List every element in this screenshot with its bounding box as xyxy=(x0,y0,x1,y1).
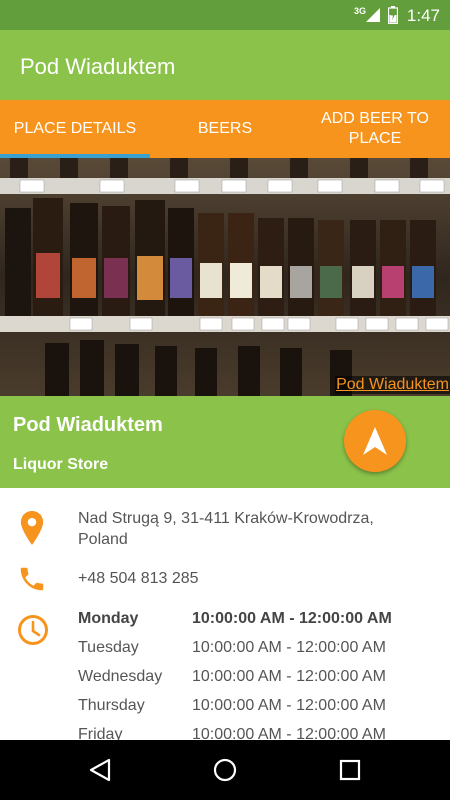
place-name: Pod Wiaduktem xyxy=(13,414,163,436)
status-bar: 3G 1:47 xyxy=(0,0,450,30)
hours-time: 10:00:00 AM - 12:00:00 AM xyxy=(192,668,386,685)
hours-time: 10:00:00 AM - 12:00:00 AM xyxy=(192,697,386,714)
hours-row-monday: Monday 10:00:00 AM - 12:00:00 AM xyxy=(78,610,438,639)
hours-row-friday: Friday 10:00:00 AM - 12:00:00 AM xyxy=(78,726,438,740)
navigate-button[interactable] xyxy=(344,410,406,472)
hours-day: Thursday xyxy=(78,697,145,714)
hours-day: Tuesday xyxy=(78,639,139,656)
place-photo: Pod Wiaduktem xyxy=(0,158,450,396)
phone-number[interactable]: +48 504 813 285 xyxy=(78,570,199,588)
photo-credit-link[interactable]: Pod Wiaduktem xyxy=(335,376,450,394)
clock-icon xyxy=(18,615,48,645)
network-type: 3G xyxy=(353,6,366,16)
hours-day: Wednesday xyxy=(78,668,163,685)
system-nav-bar xyxy=(0,740,450,800)
battery-icon xyxy=(388,6,398,24)
hours-time: 10:00:00 AM - 12:00:00 AM xyxy=(192,610,392,627)
app-title: Pod Wiaduktem xyxy=(20,54,176,79)
beer-shelf-image xyxy=(0,158,450,396)
home-icon[interactable] xyxy=(212,757,238,783)
navigation-arrow-icon xyxy=(363,427,387,455)
hours-row-thursday: Thursday 10:00:00 AM - 12:00:00 AM xyxy=(78,697,438,726)
hours-day: Friday xyxy=(78,726,123,740)
tab-place-details[interactable]: PLACE DETAILS xyxy=(0,100,150,158)
opening-hours: Monday 10:00:00 AM - 12:00:00 AM Tuesday… xyxy=(78,610,438,740)
hours-time: 10:00:00 AM - 12:00:00 AM xyxy=(192,726,386,740)
hours-row-wednesday: Wednesday 10:00:00 AM - 12:00:00 AM xyxy=(78,668,438,697)
tab-add-beer-to-place[interactable]: ADD BEER TO PLACE xyxy=(300,100,450,158)
phone-icon xyxy=(20,567,44,591)
recents-icon[interactable] xyxy=(337,757,363,783)
place-type: Liquor Store xyxy=(13,456,109,473)
place-details: Nad Strugą 9, 31-411 Kraków-Krowodrza, P… xyxy=(0,488,450,740)
address-text[interactable]: Nad Strugą 9, 31-411 Kraków-Krowodrza, P… xyxy=(78,508,428,550)
location-pin-icon xyxy=(20,511,44,545)
hours-time: 10:00:00 AM - 12:00:00 AM xyxy=(192,639,386,656)
app-bar: Pod Wiaduktem xyxy=(0,30,450,100)
signal-icon xyxy=(366,8,380,22)
place-header: Pod Wiaduktem Liquor Store xyxy=(0,396,450,488)
tab-bar: PLACE DETAILS BEERS ADD BEER TO PLACE xyxy=(0,100,450,158)
tab-beers[interactable]: BEERS xyxy=(150,100,300,158)
clock-time: 1:47 xyxy=(406,6,440,25)
back-icon[interactable] xyxy=(87,757,113,783)
hours-row-tuesday: Tuesday 10:00:00 AM - 12:00:00 AM xyxy=(78,639,438,668)
hours-day: Monday xyxy=(78,610,139,627)
